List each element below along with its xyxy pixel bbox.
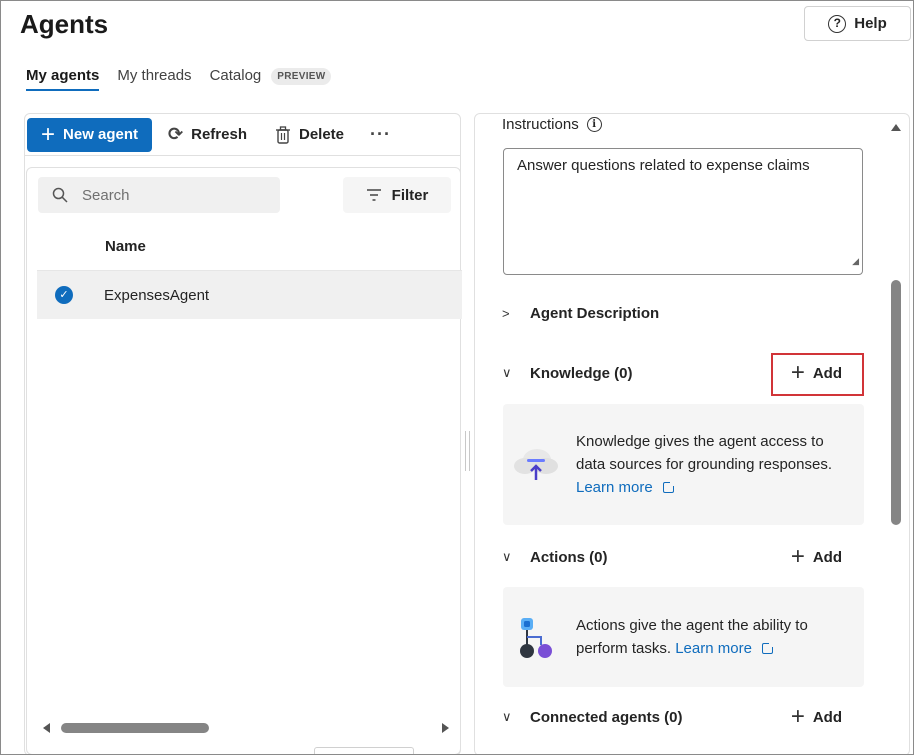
- tab-my-agents[interactable]: My agents: [26, 67, 100, 91]
- app-frame: Agents ? Help My agents My threads Catal…: [0, 0, 914, 755]
- actions-text-line2: perform tasks.: [576, 640, 672, 657]
- external-link-icon[interactable]: [762, 641, 776, 654]
- chevron-down-icon: ∨: [502, 709, 512, 724]
- knowledge-learn-more-link[interactable]: Learn more: [576, 479, 653, 496]
- scroll-right-icon[interactable]: [442, 723, 449, 733]
- new-agent-button[interactable]: + New agent: [27, 117, 153, 152]
- agent-description-header[interactable]: > Agent Description: [502, 298, 864, 328]
- pagination-stub: [314, 747, 414, 754]
- checkmark-icon[interactable]: ✓: [55, 286, 73, 304]
- vertical-scrollbar-thumb[interactable]: [891, 280, 901, 525]
- instructions-label: Instructions: [502, 116, 579, 133]
- connected-agents-header[interactable]: ∨ Connected agents (0) + Add: [502, 702, 864, 732]
- tab-my-threads[interactable]: My threads: [117, 67, 191, 89]
- horizontal-scrollbar[interactable]: [39, 721, 453, 735]
- instructions-value: Answer questions related to expense clai…: [517, 157, 810, 174]
- filter-button[interactable]: Filter: [343, 177, 451, 213]
- page-title: Agents: [20, 9, 109, 39]
- chevron-down-icon: ∨: [502, 365, 512, 380]
- knowledge-text-line2: data sources for grounding responses.: [576, 456, 832, 473]
- column-header-name[interactable]: Name: [105, 238, 146, 255]
- knowledge-text-line1: Knowledge gives the agent access to: [576, 433, 824, 450]
- tab-bar: My agents My threads Catalog PREVIEW: [26, 67, 332, 91]
- filter-label: Filter: [391, 186, 429, 204]
- agents-list: Search Filter Name ✓ ExpensesAgent: [26, 167, 462, 754]
- agents-list-panel: + New agent ⟳ Refresh Delete ··· Search …: [24, 113, 462, 754]
- search-input[interactable]: Search: [38, 177, 280, 213]
- trash-icon: [275, 125, 290, 144]
- refresh-icon: ⟳: [168, 124, 184, 144]
- plus-icon: +: [790, 703, 805, 730]
- list-toolbar: + New agent ⟳ Refresh Delete ···: [25, 114, 460, 156]
- actions-label: Actions (0): [530, 548, 608, 566]
- actions-card-text: Actions give the agent the ability to pe…: [576, 614, 808, 660]
- delete-button[interactable]: Delete: [263, 118, 356, 152]
- actions-text-line1: Actions give the agent the ability to: [576, 617, 808, 634]
- new-agent-label: New agent: [63, 126, 139, 143]
- scrollbar-thumb[interactable]: [61, 723, 209, 733]
- refresh-label: Refresh: [191, 126, 247, 143]
- delete-label: Delete: [298, 126, 345, 143]
- panel-splitter-handle[interactable]: [465, 431, 470, 471]
- scroll-left-icon[interactable]: [43, 723, 50, 733]
- agent-detail-panel: Instructions i Answer questions related …: [474, 113, 910, 754]
- tab-catalog[interactable]: Catalog: [210, 67, 262, 89]
- cloud-upload-icon: [514, 449, 558, 480]
- add-action-button[interactable]: + Add: [781, 542, 862, 572]
- question-circle-icon: ?: [828, 14, 847, 33]
- info-icon[interactable]: i: [586, 117, 602, 132]
- knowledge-info-card: Knowledge gives the agent access to data…: [503, 404, 864, 525]
- refresh-button[interactable]: ⟳ Refresh: [156, 118, 259, 152]
- actions-header[interactable]: ∨ Actions (0) + Add: [502, 542, 864, 572]
- connected-agents-label: Connected agents (0): [530, 708, 683, 726]
- more-options-button[interactable]: ···: [360, 124, 401, 145]
- add-highlight-box: [771, 353, 864, 396]
- external-link-icon[interactable]: [662, 480, 676, 493]
- agent-name: ExpensesAgent: [104, 286, 210, 304]
- search-placeholder: Search: [82, 186, 130, 204]
- help-button[interactable]: ? Help: [804, 6, 911, 41]
- instructions-label-row: Instructions i: [502, 116, 602, 133]
- help-label: Help: [854, 15, 887, 32]
- knowledge-label: Knowledge (0): [530, 364, 633, 382]
- actions-learn-more-link[interactable]: Learn more: [675, 640, 752, 657]
- filter-icon: [366, 189, 381, 201]
- workflow-icon: [520, 618, 552, 658]
- resize-handle-icon[interactable]: ◢: [852, 251, 859, 271]
- add-label: Add: [812, 548, 842, 566]
- instructions-textarea[interactable]: Answer questions related to expense clai…: [503, 148, 863, 275]
- chevron-down-icon: ∨: [502, 549, 512, 564]
- plus-icon: +: [41, 120, 56, 148]
- actions-info-card: Actions give the agent the ability to pe…: [503, 587, 864, 687]
- add-label: Add: [812, 708, 842, 726]
- agent-description-label: Agent Description: [530, 304, 660, 322]
- table-row[interactable]: ✓ ExpensesAgent: [37, 270, 462, 319]
- search-icon: [52, 187, 68, 203]
- preview-badge: PREVIEW: [271, 68, 332, 85]
- plus-icon: +: [790, 543, 805, 570]
- chevron-right-icon: >: [502, 305, 510, 321]
- add-connected-agent-button[interactable]: + Add: [781, 702, 862, 732]
- scroll-up-icon[interactable]: [891, 124, 901, 131]
- knowledge-card-text: Knowledge gives the agent access to data…: [576, 430, 832, 499]
